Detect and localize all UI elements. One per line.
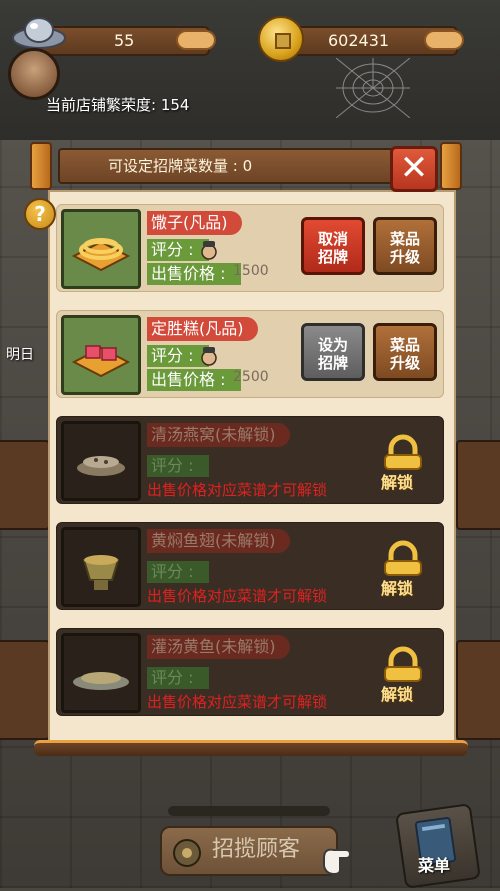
set-signature-button[interactable]: 设为 招牌 [301, 323, 365, 381]
chef-face-icon [201, 347, 217, 366]
dish-card-locked: 清汤燕窝(未解锁) 评分 : 出售价格对应菜谱才可解锁 解锁 [56, 416, 444, 504]
help-button[interactable]: ? [24, 198, 56, 230]
dish-thumbnail [61, 633, 141, 713]
pointing-hand-icon [323, 848, 352, 876]
modal-title: 可设定招牌菜数量 : 0 [108, 157, 253, 175]
dish-card-locked: 黄焖鱼翅(未解锁) 评分 : 出售价格对应菜谱才可解锁 解锁 [56, 522, 444, 610]
coin-value: 602431 [328, 31, 390, 50]
background-table [0, 640, 50, 740]
fish-dish-icon [73, 672, 129, 690]
copper-coin-icon [258, 16, 304, 62]
background-table [456, 440, 500, 530]
cake-dish-icon [71, 345, 131, 378]
menu-label: 菜单 [418, 856, 451, 875]
bell-icon [173, 839, 201, 867]
dish-name: 黄焖鱼翅(未解锁) [147, 529, 290, 553]
dish-card: 馓子(凡品) 评分 : 出售价格 : 1500 取消 招牌 菜品 升级 [56, 204, 444, 292]
player-avatar[interactable] [8, 48, 60, 100]
recruit-progress-track [168, 806, 330, 816]
top-resource-bar: 55 602431 [0, 0, 500, 80]
close-button[interactable]: ✕ [390, 146, 438, 192]
dish-thumbnail [61, 527, 141, 607]
unlock-requirement-text: 出售价格对应菜谱才可解锁 [147, 587, 328, 605]
unlock-button-label[interactable]: 解锁 [381, 575, 413, 599]
cancel-signature-button[interactable]: 取消 招牌 [301, 217, 365, 275]
dish-name: 馓子(凡品) [147, 211, 242, 235]
scroll-end-left [30, 142, 52, 190]
dish-name: 清汤燕窝(未解锁) [147, 423, 290, 447]
dish-name: 灌汤黄鱼(未解锁) [147, 635, 290, 659]
price-value: 2500 [233, 369, 269, 385]
dish-thumbnail [61, 421, 141, 501]
dish-card: 定胜糕(凡品) 评分 : 出售价格 : 2500 设为 招牌 菜品 升级 [56, 310, 444, 398]
unlock-requirement-text: 出售价格对应菜谱才可解锁 [147, 481, 328, 499]
upgrade-dish-button[interactable]: 菜品 升级 [373, 217, 437, 275]
upgrade-dish-button[interactable]: 菜品 升级 [373, 323, 437, 381]
silver-ingot-icon [12, 17, 66, 49]
score-label: 评分 : [147, 455, 210, 477]
unlock-button-label[interactable]: 解锁 [381, 469, 413, 493]
dish-name: 定胜糕(凡品) [147, 317, 258, 341]
silver-value: 55 [114, 31, 135, 50]
price-label: 出售价格 : [147, 263, 242, 285]
scroll-bottom-rod [34, 740, 468, 756]
fried-dough-dish-icon [71, 238, 131, 272]
price-label: 出售价格 : [147, 369, 242, 391]
prosperity-text: 当前店铺繁荣度: 154 [46, 96, 190, 114]
side-hint-text: 明日 [6, 347, 34, 363]
menu-button[interactable] [395, 803, 481, 889]
dish-card-locked: 灌汤黄鱼(未解锁) 评分 : 出售价格对应菜谱才可解锁 解锁 [56, 628, 444, 716]
dish-thumbnail [61, 315, 141, 395]
price-value: 1500 [233, 263, 269, 279]
dish-thumbnail [61, 209, 141, 289]
cloud-ornament-icon [176, 30, 216, 50]
unlock-button-label[interactable]: 解锁 [381, 681, 413, 705]
shark-fin-dish-icon [82, 555, 120, 590]
background-table [0, 440, 50, 530]
scroll-end-right [440, 142, 462, 190]
cloud-ornament-icon [424, 30, 464, 50]
bird-nest-soup-icon [77, 456, 125, 476]
unlock-requirement-text: 出售价格对应菜谱才可解锁 [147, 693, 328, 711]
score-label: 评分 : [147, 561, 210, 583]
chef-face-icon [201, 241, 217, 260]
score-label: 评分 : [147, 667, 210, 689]
background-table [456, 640, 500, 740]
